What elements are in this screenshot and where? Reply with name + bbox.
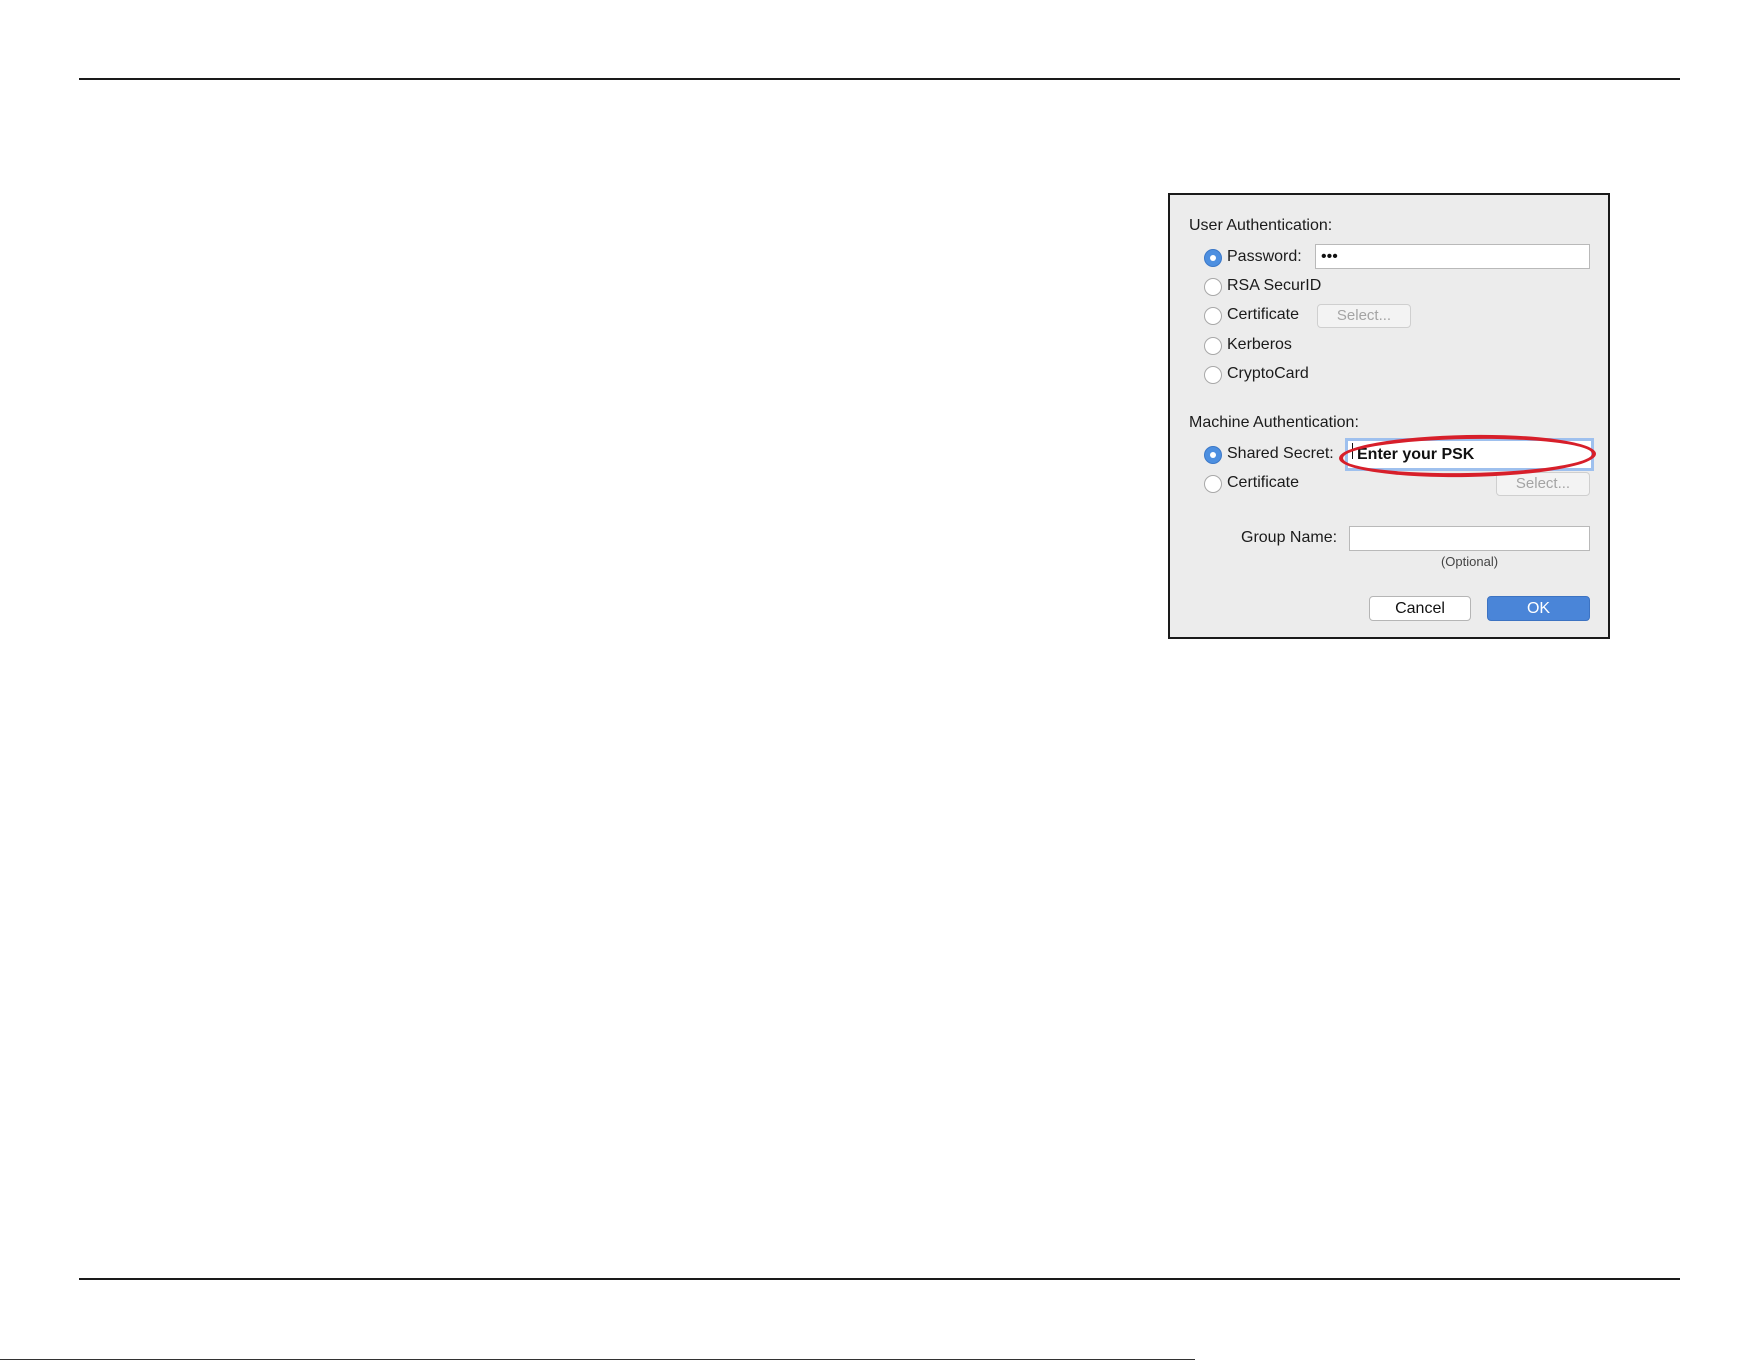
user-auth-heading: User Authentication: — [1189, 217, 1333, 234]
user-certificate-radio[interactable] — [1204, 307, 1222, 325]
machine-certificate-select-button[interactable]: Select... — [1496, 472, 1590, 496]
bottom-rule — [79, 1278, 1680, 1280]
user-certificate-label: Certificate — [1227, 306, 1300, 323]
user-certificate-select-button[interactable]: Select... — [1317, 304, 1411, 328]
group-name-optional-hint: (Optional) — [1440, 554, 1499, 569]
group-name-label: Group Name: — [1241, 529, 1338, 546]
cryptocard-radio[interactable] — [1204, 366, 1222, 384]
top-rule — [79, 78, 1680, 80]
shared-secret-radio[interactable] — [1204, 446, 1222, 464]
footer-rule — [0, 1359, 1195, 1360]
password-input[interactable]: ••• — [1315, 244, 1590, 269]
password-radio[interactable] — [1204, 249, 1222, 267]
shared-secret-input[interactable]: Enter your PSK — [1345, 438, 1594, 471]
password-label: Password: — [1227, 248, 1302, 265]
rsa-securid-label: RSA SecurID — [1227, 277, 1322, 294]
kerberos-label: Kerberos — [1227, 336, 1292, 353]
shared-secret-label: Shared Secret: — [1227, 445, 1334, 462]
ok-button[interactable]: OK — [1487, 596, 1590, 621]
group-name-input[interactable] — [1349, 526, 1590, 551]
kerberos-radio[interactable] — [1204, 337, 1222, 355]
cancel-button[interactable]: Cancel — [1369, 596, 1471, 621]
machine-auth-heading: Machine Authentication: — [1189, 414, 1359, 431]
cryptocard-label: CryptoCard — [1227, 365, 1309, 382]
machine-certificate-radio[interactable] — [1204, 475, 1222, 493]
machine-certificate-label: Certificate — [1227, 474, 1300, 491]
authentication-dialog: User Authentication: Password: ••• RSA S… — [1168, 193, 1610, 639]
rsa-securid-radio[interactable] — [1204, 278, 1222, 296]
